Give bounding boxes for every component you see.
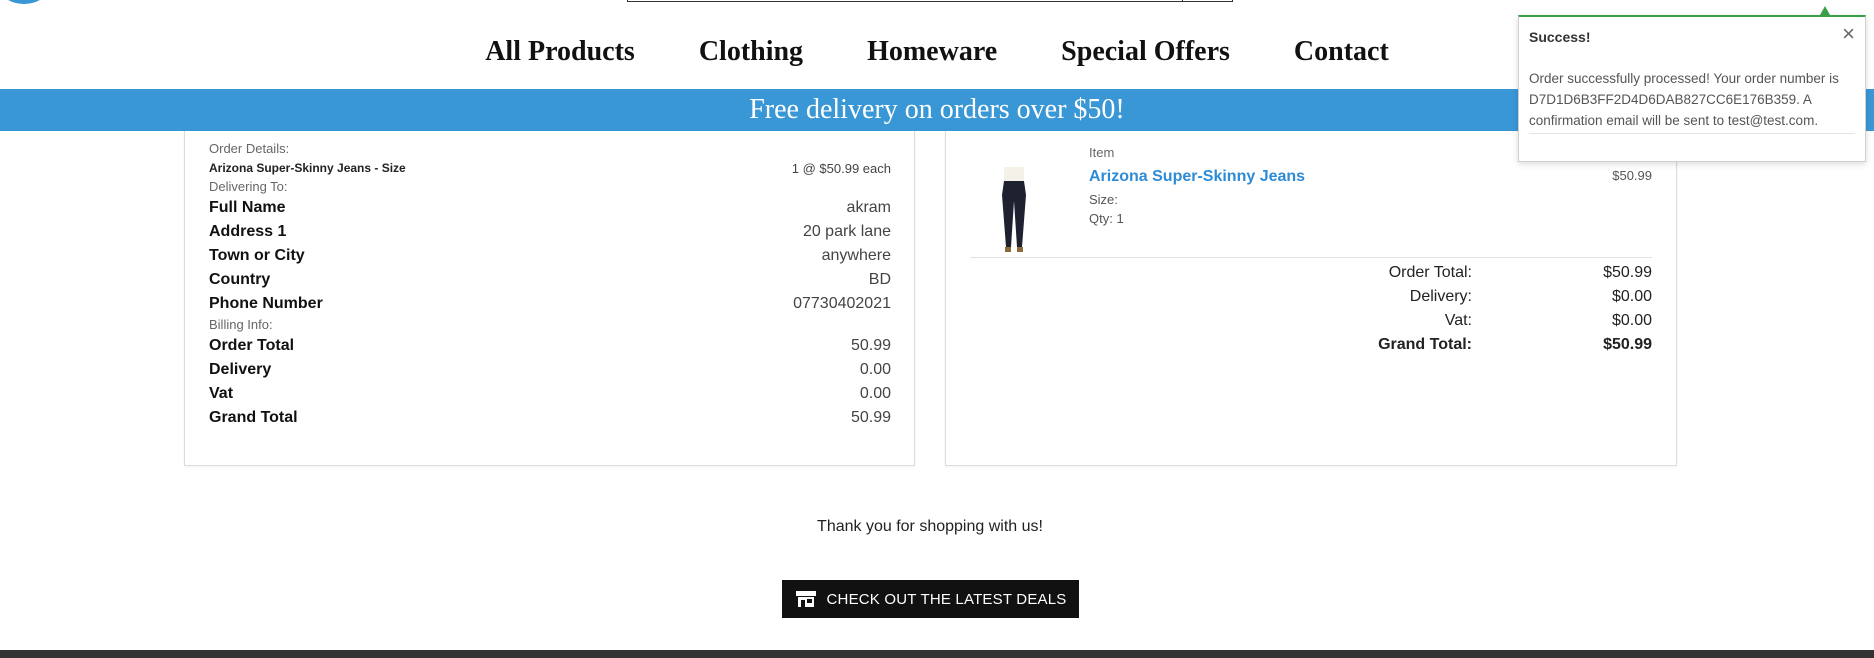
close-icon[interactable]: ×: [1842, 23, 1855, 45]
totals-value: $0.00: [1611, 288, 1652, 305]
order-item-name: Arizona Super-Skinny Jeans - Size: [209, 161, 406, 175]
delivery-value: 07730402021: [793, 295, 891, 312]
nav-contact[interactable]: Contact: [1294, 32, 1389, 72]
billing-key: Grand Total: [209, 409, 298, 426]
item-size: Size:: [1089, 192, 1118, 207]
search-button[interactable]: [1182, 0, 1232, 1]
latest-deals-label: CHECK OUT THE LATEST DEALS: [826, 590, 1067, 608]
footer: [0, 650, 1874, 658]
divider: [1529, 133, 1855, 134]
delivery-value: anywhere: [821, 247, 891, 264]
item-name-link[interactable]: Arizona Super-Skinny Jeans: [1089, 168, 1305, 186]
totals-label: Order Total:: [1388, 264, 1472, 281]
billing-value: 50.99: [850, 409, 891, 426]
billing-info-label: Billing Info:: [209, 317, 273, 332]
delivery-row: Address 1 20 park lane: [209, 220, 891, 244]
totals-row: Delivery: $0.00: [1352, 285, 1652, 309]
item-price: $50.99: [1612, 168, 1652, 183]
delivery-value: BD: [868, 271, 891, 288]
delivery-row: Town or City anywhere: [209, 244, 891, 268]
billing-value: 50.99: [850, 337, 891, 354]
success-toast: Success! × Order successfully processed!…: [1518, 15, 1866, 162]
thank-you-message: Thank you for shopping with us!: [817, 518, 1043, 535]
billing-row: Grand Total 50.99: [209, 406, 891, 430]
totals-row: Order Total: $50.99: [1352, 261, 1652, 285]
billing-key: Order Total: [209, 337, 295, 354]
billing-row: Vat 0.00: [209, 382, 891, 406]
grand-total-row: Grand Total: $50.99: [1352, 333, 1652, 357]
nav-clothing[interactable]: Clothing: [699, 32, 803, 72]
billing-value: 0.00: [859, 385, 891, 402]
delivery-row: Full Name akram: [209, 196, 891, 220]
billing-value: 0.00: [859, 361, 891, 378]
order-item-each: 1 @ $50.99 each: [791, 160, 891, 176]
toast-caret: [1820, 6, 1830, 15]
totals-label: Delivery:: [1409, 288, 1472, 305]
divider: [970, 257, 1652, 258]
search-bar[interactable]: [627, 0, 1233, 2]
jeans-product-image[interactable]: [996, 167, 1032, 253]
billing-key: Vat: [209, 385, 234, 402]
delivery-value: akram: [846, 199, 891, 216]
billing-row: Order Total 50.99: [209, 334, 891, 358]
toast-title: Success!: [1529, 29, 1591, 45]
delivering-to-label: Delivering To:: [209, 179, 288, 194]
item-column-header: Item: [1089, 145, 1115, 160]
delivery-row: Country BD: [209, 268, 891, 292]
site-logo[interactable]: [0, 0, 48, 4]
totals-label: Vat:: [1444, 312, 1472, 329]
billing-row: Delivery 0.00: [209, 358, 891, 382]
nav-all-products[interactable]: All Products: [485, 32, 635, 72]
delivery-key: Address 1: [209, 223, 287, 240]
totals-label: Grand Total:: [1378, 336, 1472, 353]
totals-value: $50.99: [1603, 336, 1652, 353]
delivery-value: 20 park lane: [802, 223, 891, 240]
delivery-key: Full Name: [209, 199, 286, 216]
order-details-label: Order Details:: [209, 141, 290, 156]
delivery-key: Country: [209, 271, 271, 288]
cart-panel: Item Arizona Super-Skinny Jeans Size: Qt…: [945, 131, 1677, 466]
nav-special-offers[interactable]: Special Offers: [1061, 32, 1230, 72]
latest-deals-button[interactable]: CHECK OUT THE LATEST DEALS: [782, 580, 1079, 618]
billing-key: Delivery: [209, 361, 272, 378]
delivery-key: Town or City: [209, 247, 305, 264]
cart-totals: Order Total: $50.99 Delivery: $0.00 Vat:…: [1352, 261, 1652, 357]
toast-message: Order successfully processed! Your order…: [1529, 71, 1839, 128]
order-line: Arizona Super-Skinny Jeans - Size 1 @ $5…: [209, 158, 891, 178]
store-icon: [795, 591, 816, 607]
delivery-key: Phone Number: [209, 295, 323, 312]
order-summary-panel: Order Details: Arizona Super-Skinny Jean…: [184, 131, 915, 466]
totals-value: $50.99: [1603, 264, 1652, 281]
nav-homeware[interactable]: Homeware: [867, 32, 997, 72]
totals-value: $0.00: [1611, 312, 1652, 329]
totals-row: Vat: $0.00: [1352, 309, 1652, 333]
item-qty: Qty: 1: [1089, 211, 1124, 226]
delivery-row: Phone Number 07730402021: [209, 292, 891, 316]
